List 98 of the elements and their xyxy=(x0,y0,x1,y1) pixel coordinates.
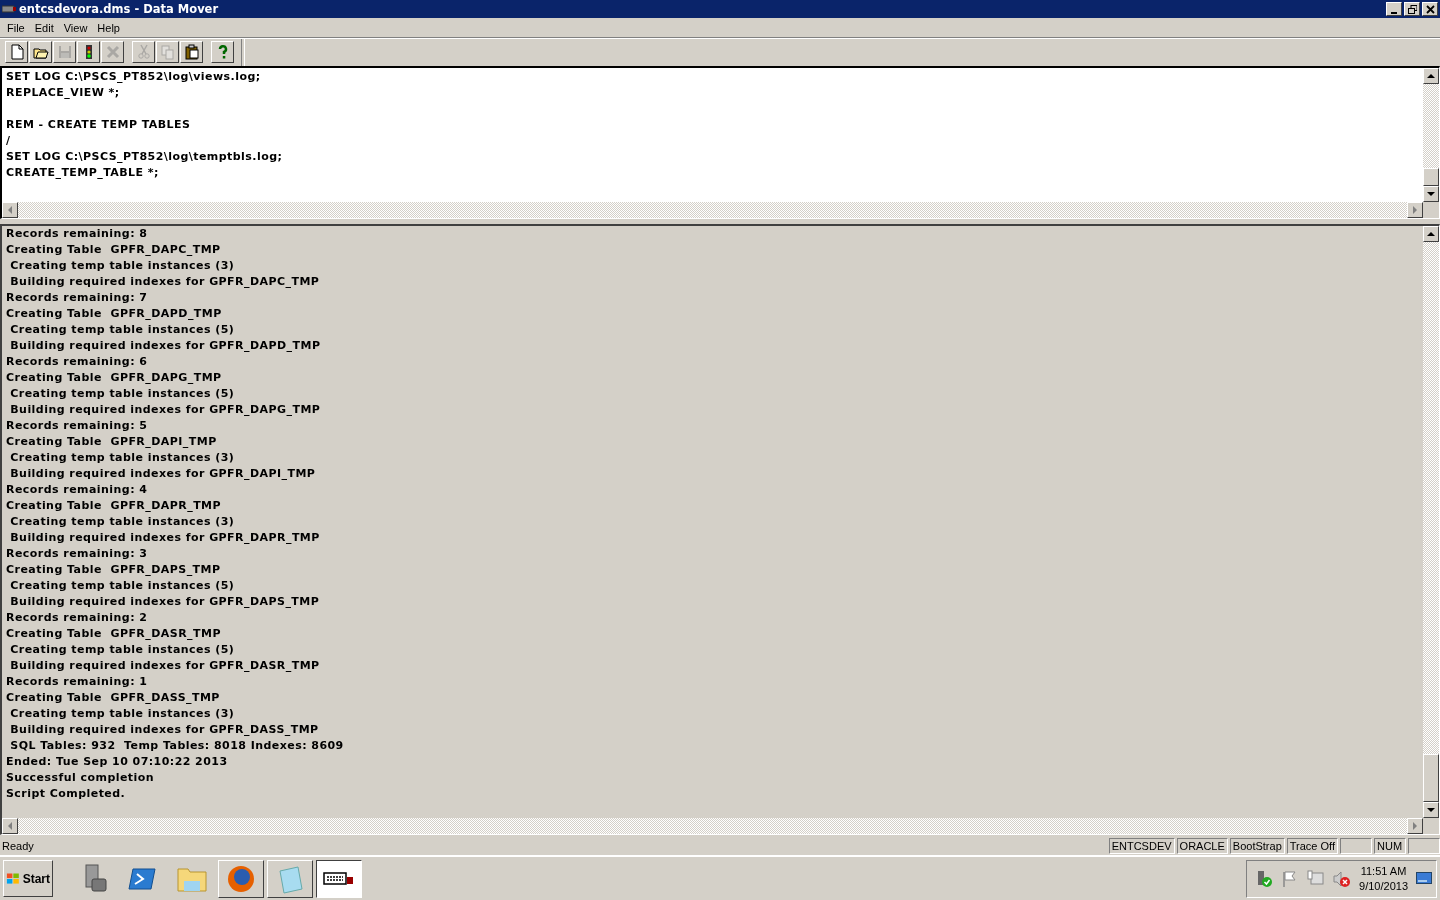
scroll-left-button[interactable] xyxy=(2,818,18,834)
text-line: Records remaining: 1 xyxy=(6,674,149,690)
taskbar-button[interactable] xyxy=(316,859,362,898)
text-line: Building required indexes for GPFR_DAPD_TMP xyxy=(9,338,322,354)
scroll-down-button[interactable] xyxy=(1423,802,1439,818)
restore-button[interactable] xyxy=(1404,2,1420,16)
network-icon xyxy=(1307,869,1326,888)
text-line: Creating temp table instances (3) xyxy=(9,514,236,530)
arrow-icon xyxy=(6,822,14,830)
status-pane: ENTCSDEV xyxy=(1108,838,1175,854)
text-line: Creating Table GPFR_DAPC_TMP xyxy=(6,242,222,258)
text-line: Creating temp table instances (3) xyxy=(9,450,236,466)
menu-item[interactable]: File xyxy=(2,21,30,34)
window-title: entcsdevora.dms - Data Mover xyxy=(19,2,220,16)
status-pane xyxy=(1408,838,1440,854)
scroll-down-button[interactable] xyxy=(1423,186,1439,202)
horizontal-scrollbar[interactable] xyxy=(2,202,1423,218)
text-line: Creating Table GPFR_DASS_TMP xyxy=(6,690,221,706)
text-line: SET LOG C:\PSCS_PT852\log\views.log; xyxy=(6,69,262,85)
text-line: Building required indexes for GPFR_DAPG_TMP xyxy=(9,402,322,418)
text-line: Creating temp table instances (5) xyxy=(9,386,236,402)
text-line: Creating Table GPFR_DAPR_TMP xyxy=(6,498,223,514)
text-line: Ended: Tue Sep 10 07:10:22 2013 xyxy=(6,754,229,770)
text-line: CREATE_TEMP_TABLE *; xyxy=(6,165,160,181)
text-line: Building required indexes for GPFR_DAPR_TMP xyxy=(9,530,321,546)
toolbar-button[interactable] xyxy=(5,41,28,63)
menu-item[interactable]: Edit xyxy=(29,21,59,34)
desktop-icon xyxy=(1416,871,1432,886)
text-line: Creating Table GPFR_DAPS_TMP xyxy=(6,562,222,578)
status-pane: ORACLE xyxy=(1176,838,1228,854)
horizontal-scrollbar[interactable] xyxy=(2,818,1423,834)
text-line: Records remaining: 8 xyxy=(6,226,149,242)
text-line: Creating temp table instances (5) xyxy=(9,322,236,338)
text-line: Script Completed. xyxy=(6,786,127,802)
text-line: Building required indexes for GPFR_DAPC_TMP xyxy=(9,274,321,290)
toolbar-button[interactable] xyxy=(29,41,52,63)
text-line: Building required indexes for GPFR_DAPI_TMP xyxy=(9,466,317,482)
text-line: Creating Table GPFR_DASR_TMP xyxy=(6,626,222,642)
clock-time[interactable]: 11:51 AM xyxy=(1360,863,1407,879)
status-pane xyxy=(1340,838,1372,854)
text-line: Records remaining: 3 xyxy=(6,546,149,562)
scroll-up-button[interactable] xyxy=(1423,68,1439,84)
vertical-scrollbar[interactable] xyxy=(1423,68,1439,202)
text-line: Records remaining: 2 xyxy=(6,610,149,626)
scissors-icon xyxy=(135,44,152,60)
menu-item[interactable]: Help xyxy=(92,21,125,34)
text-line: Creating temp table instances (5) xyxy=(9,642,236,658)
text-line: Records remaining: 4 xyxy=(6,482,149,498)
close-button[interactable] xyxy=(1422,2,1438,16)
text-line: SET LOG C:\PSCS_PT852\log\temptbls.log; xyxy=(6,149,284,165)
copy-icon xyxy=(159,44,176,60)
text-line: Building required indexes for GPFR_DASR_TMP xyxy=(9,658,321,674)
arrow-icon xyxy=(1427,72,1435,80)
toolbar-button[interactable] xyxy=(211,41,234,63)
text-line: Records remaining: 5 xyxy=(6,418,149,434)
text-line: Creating temp table instances (3) xyxy=(9,258,236,274)
text-line: Building required indexes for GPFR_DAPS_TMP xyxy=(9,594,321,610)
close-icon xyxy=(1425,4,1435,14)
text-line: Building required indexes for GPFR_DASS_TMP xyxy=(9,722,320,738)
text-line: Records remaining: 6 xyxy=(6,354,149,370)
toolbar-button[interactable] xyxy=(180,41,203,63)
status-pane: NUM xyxy=(1374,838,1406,854)
minimize-icon xyxy=(1391,11,1397,14)
restore-icon xyxy=(1407,4,1417,14)
text-line: Creating Table GPFR_DAPD_TMP xyxy=(6,306,223,322)
text-line: Successful completion xyxy=(6,770,156,786)
vertical-scrollbar[interactable] xyxy=(1423,226,1439,818)
status-pane: BootStrap xyxy=(1229,838,1285,854)
clipboard-icon xyxy=(183,44,200,60)
status-pane: Trace Off xyxy=(1286,838,1338,854)
text-line: REM - CREATE TEMP TABLES xyxy=(6,117,192,133)
text-line: Records remaining: 7 xyxy=(6,290,149,306)
scroll-thumb[interactable] xyxy=(1423,168,1439,186)
scroll-up-button[interactable] xyxy=(1423,226,1439,242)
start-button[interactable]: Start xyxy=(3,860,53,897)
scroll-right-button[interactable] xyxy=(1407,202,1423,218)
scroll-thumb[interactable] xyxy=(1423,754,1439,802)
new-file-icon xyxy=(8,44,25,60)
scroll-right-button[interactable] xyxy=(1407,818,1423,834)
text-line: Creating Table GPFR_DAPG_TMP xyxy=(6,370,223,386)
minimize-button[interactable] xyxy=(1386,2,1402,16)
text-line: REPLACE_VIEW *; xyxy=(6,85,121,101)
menu-item[interactable]: View xyxy=(58,21,93,34)
clock-date[interactable]: 9/10/2013 xyxy=(1359,878,1408,894)
arrow-icon xyxy=(6,206,14,214)
scroll-left-button[interactable] xyxy=(2,202,18,218)
text-line: SQL Tables: 932 Temp Tables: 8018 Indexes: 8609 xyxy=(9,738,345,754)
arrow-icon xyxy=(1427,230,1435,238)
status-message: Ready xyxy=(1,840,35,852)
x-icon xyxy=(104,44,121,60)
plug-check-icon xyxy=(1255,869,1274,888)
text-line: Creating temp table instances (5) xyxy=(9,578,236,594)
text-line: / xyxy=(6,133,12,149)
speaker-muted-icon xyxy=(1333,869,1352,888)
text-line: Creating temp table instances (3) xyxy=(9,706,236,722)
text-line: Creating Table GPFR_DAPI_TMP xyxy=(6,434,218,450)
toolbar-button[interactable] xyxy=(77,41,100,63)
windows-logo xyxy=(6,871,21,886)
